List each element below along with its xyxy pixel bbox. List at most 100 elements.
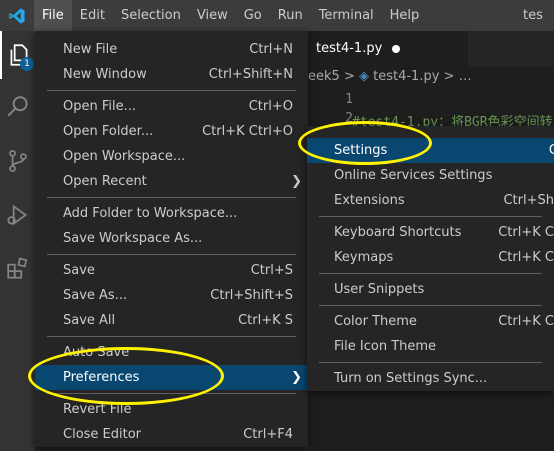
menu-bar: File Edit Selection View Go Run Terminal… <box>34 0 427 31</box>
menu-item-label: Open Folder... <box>63 124 154 139</box>
menu-item-save-workspace-as[interactable]: Save Workspace As... <box>35 226 308 251</box>
menu-item-save[interactable]: Save Ctrl+S <box>35 258 308 283</box>
menu-item-label: Keymaps <box>334 250 394 265</box>
breadcrumb: eek5 > ◈ test4-1.py > … <box>308 66 554 88</box>
menu-item-revert-file[interactable]: Revert File <box>35 397 308 422</box>
menu-item-label: Revert File <box>63 402 132 417</box>
explorer-icon[interactable]: 1 <box>0 31 35 79</box>
menu-separator <box>319 273 542 274</box>
menu-separator <box>47 393 296 394</box>
menu-file[interactable]: File <box>34 0 72 31</box>
menu-item-color-theme[interactable]: Color Theme Ctrl+K C <box>307 309 554 334</box>
menu-terminal[interactable]: Terminal <box>311 0 382 31</box>
menu-item-label: New File <box>63 42 118 57</box>
menu-item-online-services-settings[interactable]: Online Services Settings <box>307 163 554 188</box>
menu-item-label: Turn on Settings Sync... <box>334 371 488 386</box>
menu-go[interactable]: Go <box>236 0 270 31</box>
menu-item-label: Settings <box>334 143 388 158</box>
menu-item-save-all[interactable]: Save All Ctrl+K S <box>35 308 308 333</box>
editor-tab-label: test4-1.py <box>316 41 383 56</box>
menu-item-shortcut: Ctrl+Sh <box>503 193 554 208</box>
breadcrumb-file[interactable]: test4-1.py <box>373 69 439 84</box>
line-number: 1 <box>345 92 353 107</box>
menu-separator <box>319 362 542 363</box>
breadcrumb-trail[interactable]: > … <box>444 69 472 84</box>
menu-item-open-folder[interactable]: Open Folder... Ctrl+K Ctrl+O <box>35 119 308 144</box>
menu-item-label: Close Editor <box>63 427 142 442</box>
menu-item-save-as[interactable]: Save As... Ctrl+Shift+S <box>35 283 308 308</box>
menu-item-shortcut: C <box>548 143 554 158</box>
vscode-logo-icon <box>0 0 34 31</box>
chevron-right-icon: ❯ <box>291 174 302 189</box>
menu-item-label: File Icon Theme <box>334 339 437 354</box>
menu-item-new-file[interactable]: New File Ctrl+N <box>35 37 308 62</box>
menu-separator <box>47 254 296 255</box>
source-control-icon[interactable] <box>0 137 35 185</box>
menu-item-label: Open Recent <box>63 174 147 189</box>
preferences-submenu: Settings C Online Services Settings Exten… <box>307 126 554 391</box>
menu-item-extensions[interactable]: Extensions Ctrl+Sh <box>307 188 554 213</box>
menu-item-label: New Window <box>63 67 147 82</box>
menu-item-label: Auto Save <box>63 345 130 360</box>
menu-item-open-workspace[interactable]: Open Workspace... <box>35 144 308 169</box>
search-icon[interactable] <box>0 83 35 131</box>
menu-item-shortcut: Ctrl+N <box>249 42 293 57</box>
menu-item-keyboard-shortcuts[interactable]: Keyboard Shortcuts Ctrl+K C <box>307 220 554 245</box>
menu-item-settings-sync[interactable]: Turn on Settings Sync... <box>307 366 554 391</box>
menu-item-label: Save Workspace As... <box>63 231 203 246</box>
menu-item-label: Open File... <box>63 99 137 114</box>
menu-item-keymaps[interactable]: Keymaps Ctrl+K C <box>307 245 554 270</box>
breadcrumb-separator: > <box>343 69 355 84</box>
menu-item-add-folder[interactable]: Add Folder to Workspace... <box>35 201 308 226</box>
menu-item-user-snippets[interactable]: User Snippets <box>307 277 554 302</box>
menu-item-new-window[interactable]: New Window Ctrl+Shift+N <box>35 62 308 87</box>
menu-item-label: Keyboard Shortcuts <box>334 225 462 240</box>
menu-item-label: Color Theme <box>334 314 417 329</box>
breadcrumb-folder[interactable]: eek5 <box>308 69 340 84</box>
menu-separator <box>319 216 542 217</box>
file-menu: New File Ctrl+N New Window Ctrl+Shift+N Op… <box>35 31 308 447</box>
explorer-badge: 1 <box>20 57 34 71</box>
menu-separator <box>47 197 296 198</box>
menu-item-label: Save All <box>63 313 116 328</box>
menu-separator <box>319 305 542 306</box>
menu-item-label: Preferences <box>63 370 140 385</box>
menu-item-file-icon-theme[interactable]: File Icon Theme <box>307 334 554 359</box>
title-bar: File Edit Selection View Go Run Terminal… <box>0 0 554 31</box>
unsaved-dot-icon[interactable] <box>392 44 401 53</box>
editor-tab-bar: test4-1.py <box>308 31 554 66</box>
menu-edit[interactable]: Edit <box>72 0 113 31</box>
menu-item-label: User Snippets <box>334 282 425 297</box>
python-file-icon: ◈ <box>358 69 369 84</box>
menu-item-label: Open Workspace... <box>63 149 186 164</box>
run-debug-icon[interactable] <box>0 191 35 239</box>
menu-help[interactable]: Help <box>382 0 428 31</box>
chevron-right-icon: ❯ <box>291 370 302 385</box>
line-number: 2 <box>345 111 353 126</box>
menu-item-preferences[interactable]: Preferences ❯ <box>35 365 308 390</box>
menu-item-shortcut: Ctrl+Shift+N <box>208 67 293 82</box>
menu-item-auto-save[interactable]: Auto Save <box>35 340 308 365</box>
menu-item-shortcut: Ctrl+K C <box>498 250 554 265</box>
menu-item-open-file[interactable]: Open File... Ctrl+O <box>35 94 308 119</box>
menu-item-shortcut: Ctrl+K S <box>238 313 293 328</box>
menu-item-settings[interactable]: Settings C <box>307 138 554 163</box>
menu-item-open-recent[interactable]: Open Recent ❯ <box>35 169 308 194</box>
menu-run[interactable]: Run <box>270 0 311 31</box>
menu-item-label: Online Services Settings <box>334 168 493 183</box>
menu-view[interactable]: View <box>189 0 236 31</box>
menu-item-label: Save As... <box>63 288 128 303</box>
menu-item-shortcut: Ctrl+S <box>250 263 293 278</box>
menu-item-shortcut: Ctrl+O <box>248 99 293 114</box>
menu-selection[interactable]: Selection <box>113 0 189 31</box>
menu-item-shortcut: Ctrl+K C <box>498 225 554 240</box>
editor-tab[interactable]: test4-1.py <box>308 31 468 66</box>
menu-item-shortcut: Ctrl+K C <box>498 314 554 329</box>
menu-item-label: Extensions <box>334 193 405 208</box>
menu-item-shortcut: Ctrl+K Ctrl+O <box>202 124 293 139</box>
menu-item-label: Save <box>63 263 95 278</box>
window-title: tes <box>523 8 543 23</box>
extensions-icon[interactable] <box>0 245 35 293</box>
menu-item-close-editor[interactable]: Close Editor Ctrl+F4 <box>35 422 308 447</box>
activity-bar: 1 <box>0 31 35 451</box>
